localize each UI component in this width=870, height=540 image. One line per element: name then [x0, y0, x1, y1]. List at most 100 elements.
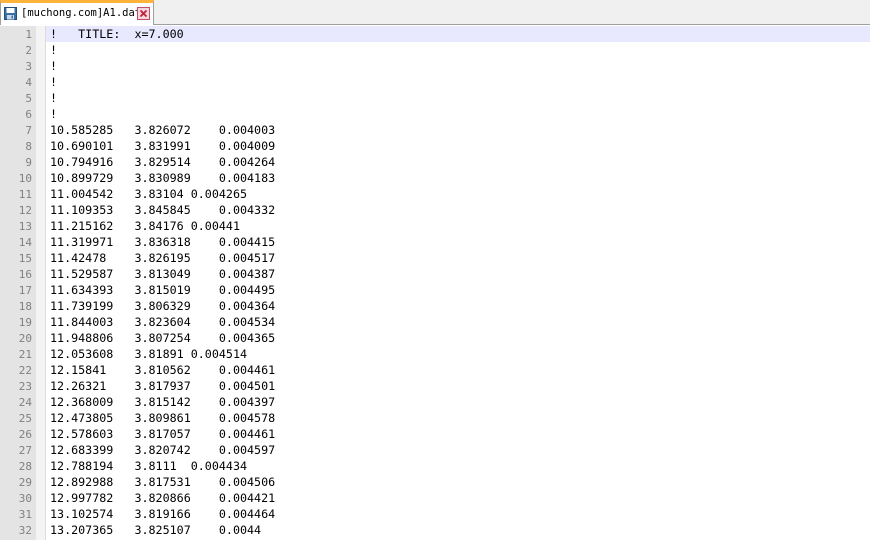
editor-line[interactable]: 17 11.634393 3.815019 0.004495 — [0, 282, 870, 298]
editor-line[interactable]: 30 12.997782 3.820866 0.004421 — [0, 490, 870, 506]
editor-line[interactable]: 6! — [0, 106, 870, 122]
tab-title: [muchong.com]A1.dat — [21, 7, 142, 19]
line-text-area[interactable]: ! — [46, 58, 870, 74]
line-text-area[interactable]: 11.739199 3.806329 0.004364 — [46, 298, 870, 314]
close-icon[interactable] — [137, 7, 150, 20]
line-number: 18 — [18, 300, 32, 313]
line-text-area[interactable]: 12.683399 3.820742 0.004597 — [46, 442, 870, 458]
line-text: 12.683399 3.820742 0.004597 — [50, 443, 276, 457]
line-text: 13.207365 3.825107 0.0044 — [50, 523, 262, 537]
line-number: 15 — [18, 252, 32, 265]
line-text-area[interactable]: 13.102574 3.819166 0.004464 — [46, 506, 870, 522]
editor-line[interactable]: 18 11.739199 3.806329 0.004364 — [0, 298, 870, 314]
line-text: ! — [50, 59, 58, 73]
editor-line[interactable]: 11 11.004542 3.83104 0.004265 — [0, 186, 870, 202]
line-text-area[interactable]: ! TITLE: x=7.000 — [46, 26, 870, 42]
line-text-area[interactable]: 10.585285 3.826072 0.004003 — [46, 122, 870, 138]
editor-line[interactable]: 31 13.102574 3.819166 0.004464 — [0, 506, 870, 522]
line-text-area[interactable]: 11.42478 3.826195 0.004517 — [46, 250, 870, 266]
line-number: 22 — [18, 364, 32, 377]
line-text: 12.788194 3.8111 0.004434 — [50, 459, 248, 473]
editor-line[interactable]: 22 12.15841 3.810562 0.004461 — [0, 362, 870, 378]
line-text-area[interactable]: 10.690101 3.831991 0.004009 — [46, 138, 870, 154]
tab-a1-dat[interactable]: [muchong.com]A1.dat — [0, 0, 154, 25]
editor-line[interactable]: 23 12.26321 3.817937 0.004501 — [0, 378, 870, 394]
line-text-area[interactable]: 11.634393 3.815019 0.004495 — [46, 282, 870, 298]
editor-line[interactable]: 2! — [0, 42, 870, 58]
line-text: ! — [50, 43, 58, 57]
line-text-area[interactable]: 11.319971 3.836318 0.004415 — [46, 234, 870, 250]
line-number: 27 — [18, 444, 32, 457]
line-number: 3 — [25, 60, 32, 73]
line-text: 12.578603 3.817057 0.004461 — [50, 427, 276, 441]
line-text-area[interactable]: 12.368009 3.815142 0.004397 — [46, 394, 870, 410]
line-text-area[interactable]: 12.578603 3.817057 0.004461 — [46, 426, 870, 442]
line-number: 7 — [25, 124, 32, 137]
line-number: 12 — [18, 204, 32, 217]
line-number: 2 — [25, 44, 32, 57]
line-text-area[interactable]: 13.207365 3.825107 0.0044 — [46, 522, 870, 538]
editor-line[interactable]: 28 12.788194 3.8111 0.004434 — [0, 458, 870, 474]
editor-line[interactable]: 32 13.207365 3.825107 0.0044 — [0, 522, 870, 538]
editor-line[interactable]: 13 11.215162 3.84176 0.00441 — [0, 218, 870, 234]
text-editor[interactable]: 1! TITLE: x=7.000 2! 3! 4! 5! 6! 7 10.585285 3.… — [0, 26, 870, 540]
editor-line[interactable]: 3! — [0, 58, 870, 74]
line-text: ! TITLE: x=7.000 — [50, 27, 184, 41]
line-number: 13 — [18, 220, 32, 233]
line-text: 11.42478 3.826195 0.004517 — [50, 251, 276, 265]
line-number: 21 — [18, 348, 32, 361]
line-text-area[interactable]: 10.794916 3.829514 0.004264 — [46, 154, 870, 170]
line-text-area[interactable]: ! — [46, 42, 870, 58]
editor-line[interactable]: 10 10.899729 3.830989 0.004183 — [0, 170, 870, 186]
line-number: 28 — [18, 460, 32, 473]
editor-line[interactable]: 12 11.109353 3.845845 0.004332 — [0, 202, 870, 218]
editor-line[interactable]: 21 12.053608 3.81891 0.004514 — [0, 346, 870, 362]
line-number: 29 — [18, 476, 32, 489]
line-text: 11.319971 3.836318 0.004415 — [50, 235, 276, 249]
line-text-area[interactable]: 10.899729 3.830989 0.004183 — [46, 170, 870, 186]
line-number: 31 — [18, 508, 32, 521]
editor-line[interactable]: 7 10.585285 3.826072 0.004003 — [0, 122, 870, 138]
line-text-area[interactable]: 11.844003 3.823604 0.004534 — [46, 314, 870, 330]
line-text-area[interactable]: 12.26321 3.817937 0.004501 — [46, 378, 870, 394]
line-text-area[interactable]: 12.15841 3.810562 0.004461 — [46, 362, 870, 378]
editor-line[interactable]: 9 10.794916 3.829514 0.004264 — [0, 154, 870, 170]
line-text-area[interactable]: 11.109353 3.845845 0.004332 — [46, 202, 870, 218]
line-text-area[interactable]: 12.473805 3.809861 0.004578 — [46, 410, 870, 426]
line-text: 12.15841 3.810562 0.004461 — [50, 363, 276, 377]
editor-line[interactable]: 14 11.319971 3.836318 0.004415 — [0, 234, 870, 250]
line-text-area[interactable]: 11.215162 3.84176 0.00441 — [46, 218, 870, 234]
editor-line[interactable]: 15 11.42478 3.826195 0.004517 — [0, 250, 870, 266]
line-text-area[interactable]: 12.997782 3.820866 0.004421 — [46, 490, 870, 506]
editor-line[interactable]: 19 11.844003 3.823604 0.004534 — [0, 314, 870, 330]
editor-line[interactable]: 16 11.529587 3.813049 0.004387 — [0, 266, 870, 282]
line-text-area[interactable]: ! — [46, 90, 870, 106]
line-text-area[interactable]: 12.892988 3.817531 0.004506 — [46, 474, 870, 490]
line-text: 11.215162 3.84176 0.00441 — [50, 219, 240, 233]
line-text: ! — [50, 75, 58, 89]
line-text-area[interactable]: 11.529587 3.813049 0.004387 — [46, 266, 870, 282]
editor-line[interactable]: 1 ! TITLE: x=7.000 — [0, 26, 870, 42]
editor-line[interactable]: 25 12.473805 3.809861 0.004578 — [0, 410, 870, 426]
line-number: 19 — [18, 316, 32, 329]
line-text: 11.739199 3.806329 0.004364 — [50, 299, 276, 313]
line-text-area[interactable]: ! — [46, 106, 870, 122]
editor-line[interactable]: 5! — [0, 90, 870, 106]
line-number: 25 — [18, 412, 32, 425]
editor-line[interactable]: 4! — [0, 74, 870, 90]
line-text-area[interactable]: 11.948806 3.807254 0.004365 — [46, 330, 870, 346]
editor-line[interactable]: 27 12.683399 3.820742 0.004597 — [0, 442, 870, 458]
line-text: 10.794916 3.829514 0.004264 — [50, 155, 276, 169]
editor-line[interactable]: 8 10.690101 3.831991 0.004009 — [0, 138, 870, 154]
editor-line[interactable]: 29 12.892988 3.817531 0.004506 — [0, 474, 870, 490]
line-text: 13.102574 3.819166 0.004464 — [50, 507, 276, 521]
editor-line[interactable]: 26 12.578603 3.817057 0.004461 — [0, 426, 870, 442]
line-text-area[interactable]: 11.004542 3.83104 0.004265 — [46, 186, 870, 202]
line-text-area[interactable]: ! — [46, 74, 870, 90]
line-text-area[interactable]: 12.053608 3.81891 0.004514 — [46, 346, 870, 362]
editor-line[interactable]: 20 11.948806 3.807254 0.004365 — [0, 330, 870, 346]
line-text-area[interactable]: 12.788194 3.8111 0.004434 — [46, 458, 870, 474]
editor-line[interactable]: 24 12.368009 3.815142 0.004397 — [0, 394, 870, 410]
line-number: 16 — [18, 268, 32, 281]
line-text: 10.899729 3.830989 0.004183 — [50, 171, 276, 185]
